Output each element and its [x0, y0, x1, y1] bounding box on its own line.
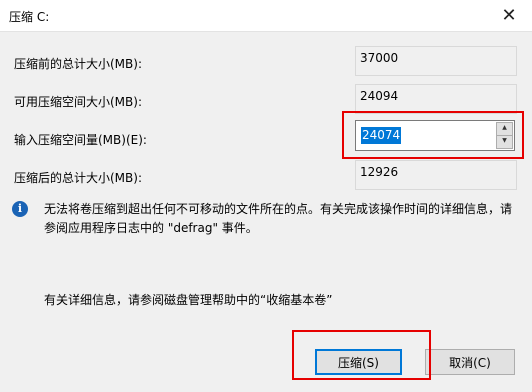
help-message: 有关详细信息，请参阅磁盘管理帮助中的“收缩基本卷”: [44, 293, 333, 307]
close-icon: ✕: [501, 5, 517, 26]
window-title: 压缩 C:: [9, 10, 50, 24]
available-space-label: 可用压缩空间大小(MB):: [14, 95, 142, 109]
info-message: 无法将卷压缩到超出任何不可移动的文件所在的点。有关完成该操作时间的详细信息，请参…: [44, 202, 513, 235]
cancel-button[interactable]: 取消(C): [425, 349, 515, 375]
available-space-value: 24094: [355, 84, 517, 114]
info-icon: i: [12, 201, 28, 217]
shrink-amount-label: 输入压缩空间量(MB)(E):: [14, 133, 147, 147]
size-after-label: 压缩后的总计大小(MB):: [14, 171, 142, 185]
size-before-value: 37000: [355, 46, 517, 76]
title-bar: 压缩 C: ✕: [0, 0, 532, 32]
size-after-value: 12926: [355, 160, 517, 190]
size-before-label: 压缩前的总计大小(MB):: [14, 57, 142, 71]
close-button[interactable]: ✕: [486, 0, 532, 31]
highlight-box-button: [292, 330, 431, 380]
highlight-box-input: [342, 111, 524, 159]
